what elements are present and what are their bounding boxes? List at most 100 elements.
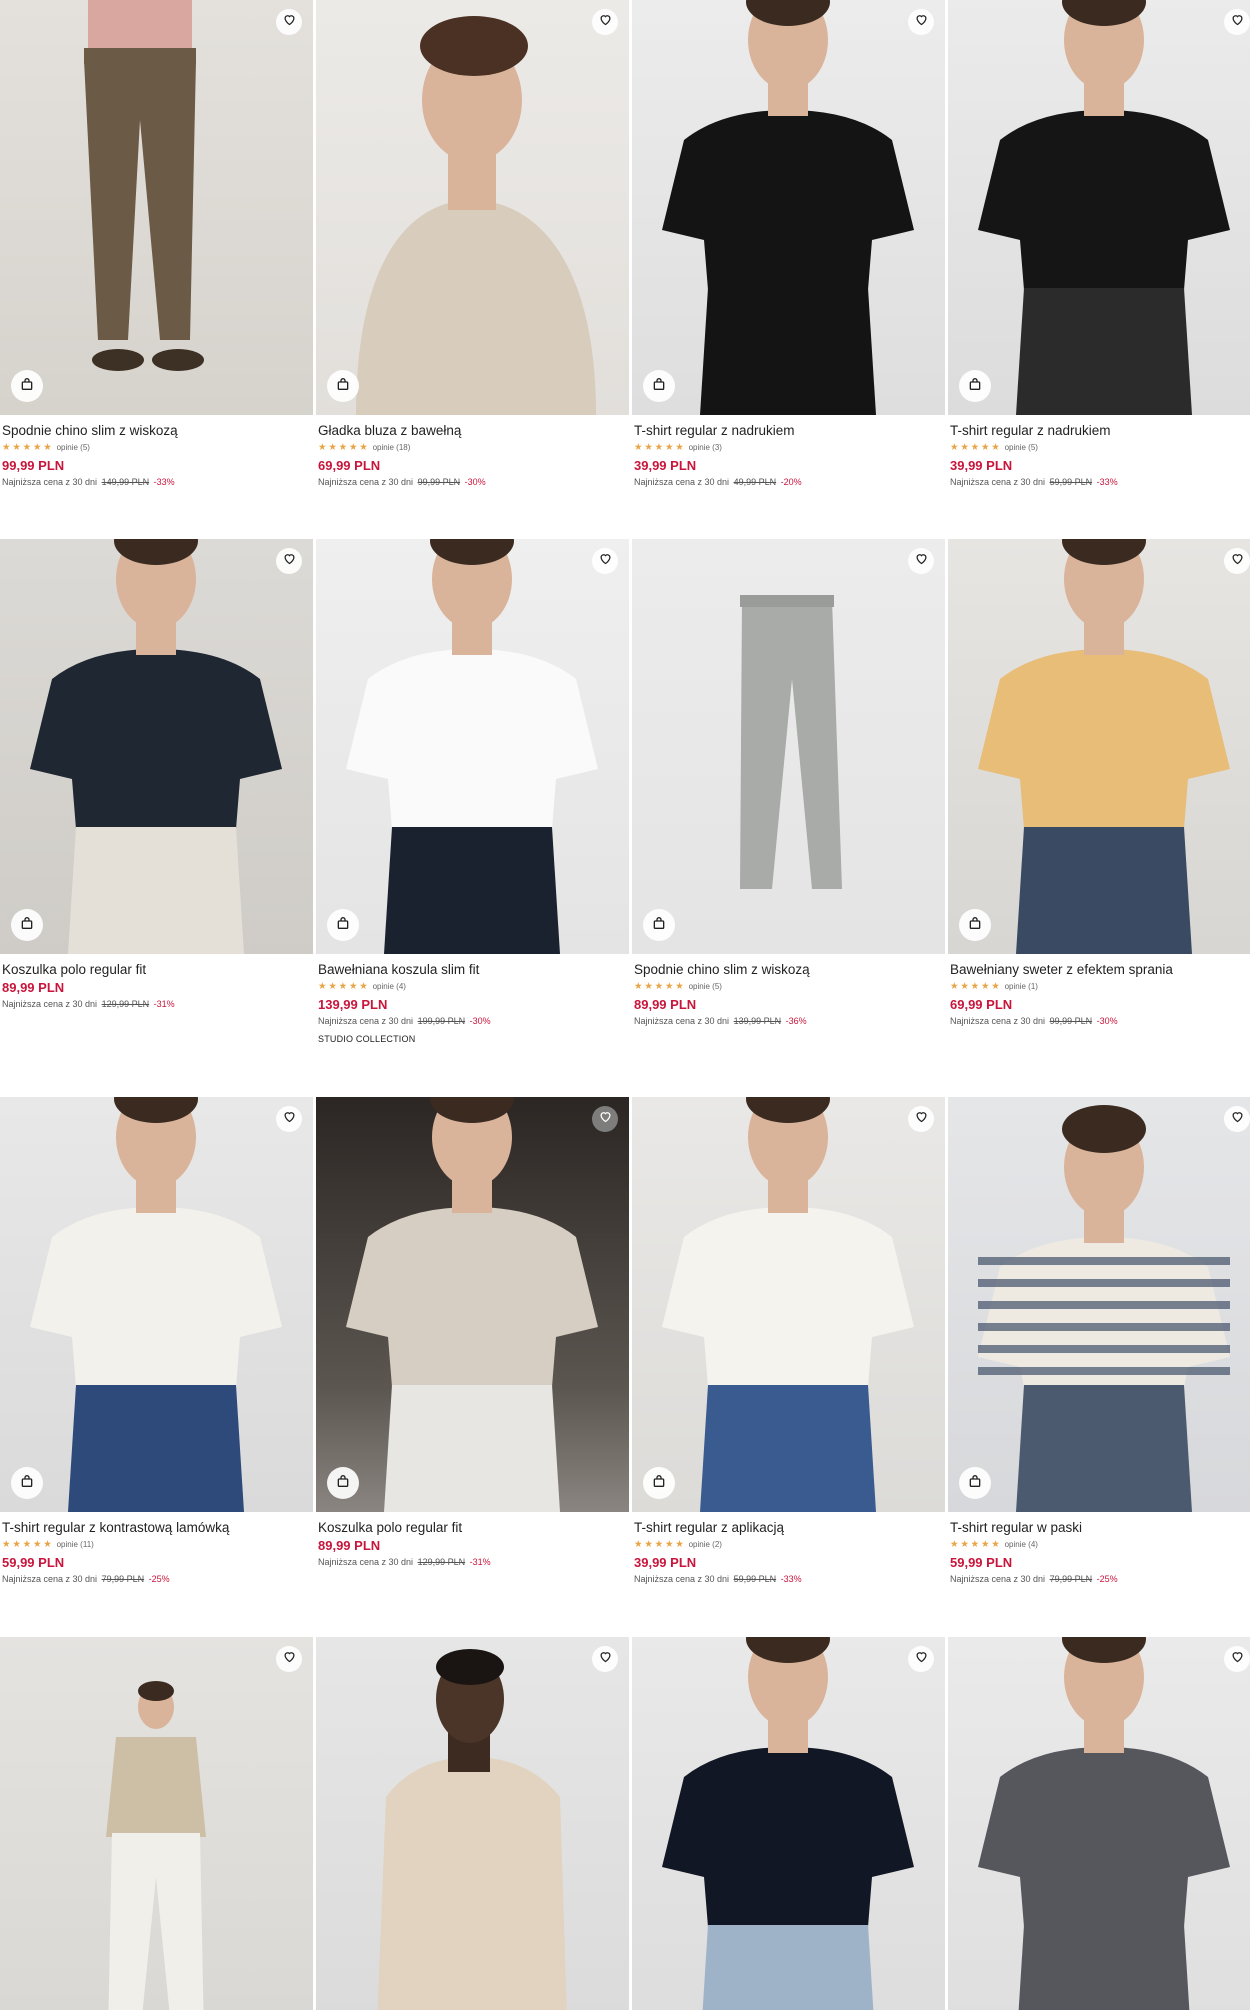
favorite-button[interactable] <box>1224 1646 1250 1672</box>
product-name[interactable]: Koszulka polo regular fit <box>2 961 313 979</box>
shopping-bag-icon <box>19 915 35 936</box>
product-card[interactable]: Bawełniany sweter z efektem sprania ★★★★… <box>948 539 1250 1027</box>
product-name[interactable]: T-shirt regular z nadrukiem <box>950 422 1250 440</box>
favorite-button[interactable] <box>276 1106 302 1132</box>
lowest-price-info: Najniższa cena z 30 dni 139,99 PLN -36% <box>634 1015 945 1027</box>
product-image[interactable] <box>316 539 629 954</box>
shopping-bag-icon <box>651 915 667 936</box>
favorite-button[interactable] <box>1224 9 1250 35</box>
product-card[interactable] <box>0 1637 313 2010</box>
product-image[interactable] <box>316 1097 629 1512</box>
product-card[interactable]: Koszulka polo regular fit 89,99 PLN Najn… <box>316 1097 629 1568</box>
discount-badge: -31% <box>153 999 175 1009</box>
favorite-button[interactable] <box>592 1646 618 1672</box>
favorite-button[interactable] <box>1224 548 1250 574</box>
heart-icon <box>598 551 613 571</box>
add-to-cart-button[interactable] <box>11 909 43 941</box>
product-card[interactable]: Spodnie chino slim z wiskozą ★★★★★ opinie… <box>0 0 313 488</box>
favorite-button[interactable] <box>908 1646 934 1672</box>
add-to-cart-button[interactable] <box>959 909 991 941</box>
heart-icon <box>1230 551 1245 571</box>
product-name[interactable]: T-shirt regular z kontrastową lamówką <box>2 1519 313 1537</box>
heart-icon <box>914 551 929 571</box>
product-card[interactable] <box>316 1637 629 2010</box>
product-image[interactable] <box>948 1637 1250 2010</box>
collection-label[interactable]: STUDIO COLLECTION <box>318 1034 629 1044</box>
product-card[interactable]: T-shirt regular z kontrastową lamówką ★★… <box>0 1097 313 1585</box>
product-name[interactable]: T-shirt regular w paski <box>950 1519 1250 1537</box>
shopping-bag-icon <box>335 915 351 936</box>
product-image[interactable] <box>0 1637 313 2010</box>
product-card[interactable] <box>948 1637 1250 2010</box>
lowest-price-label: Najniższa cena z 30 dni <box>950 1574 1046 1584</box>
product-image[interactable] <box>0 539 313 954</box>
favorite-button[interactable] <box>592 9 618 35</box>
favorite-button[interactable] <box>908 1106 934 1132</box>
product-card[interactable]: Koszulka polo regular fit 89,99 PLN Najn… <box>0 539 313 1010</box>
add-to-cart-button[interactable] <box>959 370 991 402</box>
heart-icon <box>598 12 613 32</box>
product-name[interactable]: Spodnie chino slim z wiskozą <box>634 961 945 979</box>
product-image[interactable] <box>948 1097 1250 1512</box>
product-name[interactable]: Gładka bluza z bawełną <box>318 422 629 440</box>
add-to-cart-button[interactable] <box>327 1467 359 1499</box>
product-image[interactable] <box>632 1637 945 2010</box>
lowest-price-label: Najniższa cena z 30 dni <box>318 1016 414 1026</box>
heart-icon <box>282 12 297 32</box>
heart-icon <box>1230 12 1245 32</box>
add-to-cart-button[interactable] <box>643 1467 675 1499</box>
product-image[interactable] <box>948 539 1250 954</box>
product-name[interactable]: Koszulka polo regular fit <box>318 1519 629 1537</box>
product-card[interactable]: T-shirt regular z nadrukiem ★★★★★ opinie … <box>632 0 945 488</box>
product-name[interactable]: Bawełniana koszula slim fit <box>318 961 629 979</box>
add-to-cart-button[interactable] <box>327 370 359 402</box>
old-price: 139,99 PLN <box>733 1016 782 1026</box>
star-rating: ★★★★★ <box>634 442 686 453</box>
add-to-cart-button[interactable] <box>643 370 675 402</box>
add-to-cart-button[interactable] <box>11 370 43 402</box>
favorite-button[interactable] <box>908 9 934 35</box>
favorite-button[interactable] <box>1224 1106 1250 1132</box>
product-name[interactable]: T-shirt regular z nadrukiem <box>634 422 945 440</box>
shopping-bag-icon <box>335 376 351 397</box>
favorite-button[interactable] <box>908 548 934 574</box>
product-name[interactable]: Spodnie chino slim z wiskozą <box>2 422 313 440</box>
favorite-button[interactable] <box>276 9 302 35</box>
shopping-bag-icon <box>967 1473 983 1494</box>
heart-icon <box>1230 1649 1245 1669</box>
product-card[interactable]: Bawełniana koszula slim fit ★★★★★ opinie … <box>316 539 629 1044</box>
product-price: 99,99 PLN <box>2 458 65 473</box>
product-image[interactable] <box>316 0 629 415</box>
product-card[interactable]: Gładka bluza z bawełną ★★★★★ opinie (18) … <box>316 0 629 488</box>
product-card[interactable]: T-shirt regular z nadrukiem ★★★★★ opinie … <box>948 0 1250 488</box>
product-image[interactable] <box>0 1097 313 1512</box>
product-card[interactable]: Spodnie chino slim z wiskozą ★★★★★ opinie… <box>632 539 945 1027</box>
product-image[interactable] <box>632 539 945 954</box>
product-image[interactable] <box>316 1637 629 2010</box>
product-price: 39,99 PLN <box>634 458 697 473</box>
favorite-button[interactable] <box>276 548 302 574</box>
product-image[interactable] <box>632 0 945 415</box>
model-photo <box>346 539 598 954</box>
product-card[interactable]: T-shirt regular z aplikacją ★★★★★ opinie … <box>632 1097 945 1585</box>
favorite-button[interactable] <box>592 548 618 574</box>
product-image[interactable] <box>632 1097 945 1512</box>
add-to-cart-button[interactable] <box>11 1467 43 1499</box>
product-name[interactable]: T-shirt regular z aplikacją <box>634 1519 945 1537</box>
product-name[interactable]: Bawełniany sweter z efektem sprania <box>950 961 1250 979</box>
star-rating: ★★★★★ <box>318 442 370 453</box>
product-card[interactable]: T-shirt regular w paski ★★★★★ opinie (4) … <box>948 1097 1250 1585</box>
product-image[interactable] <box>948 0 1250 415</box>
add-to-cart-button[interactable] <box>959 1467 991 1499</box>
shopping-bag-icon <box>19 376 35 397</box>
favorite-button[interactable] <box>592 1106 618 1132</box>
discount-badge: -30% <box>1096 1016 1118 1026</box>
add-to-cart-button[interactable] <box>327 909 359 941</box>
favorite-button[interactable] <box>276 1646 302 1672</box>
product-card[interactable] <box>632 1637 945 2010</box>
discount-badge: -30% <box>469 1016 491 1026</box>
lowest-price-info: Najniższa cena z 30 dni 59,99 PLN -33% <box>950 476 1250 488</box>
product-image[interactable] <box>0 0 313 415</box>
add-to-cart-button[interactable] <box>643 909 675 941</box>
review-count: opinie (18) <box>372 443 411 452</box>
